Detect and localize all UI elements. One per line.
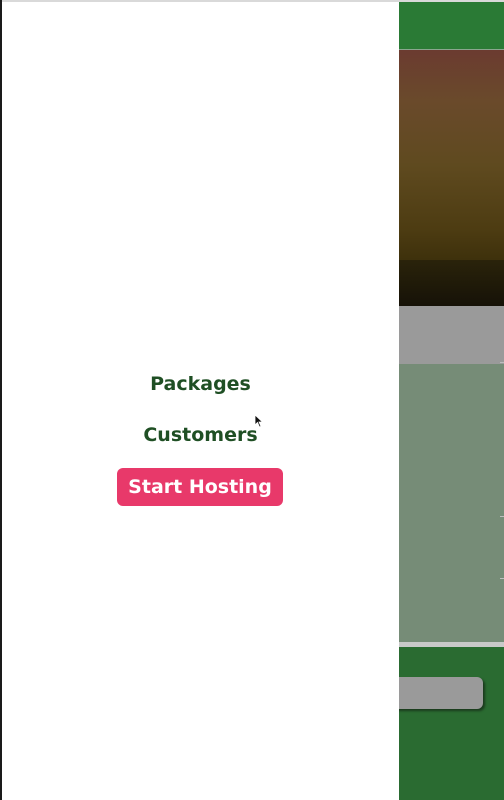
- background-page: [399, 2, 504, 800]
- background-divider: [500, 578, 504, 579]
- background-footer: [399, 647, 504, 800]
- drawer-nav: Packages Customers Start Hosting: [2, 2, 399, 800]
- mouse-pointer-icon: [254, 414, 264, 428]
- background-divider: [500, 362, 504, 363]
- nav-link-customers[interactable]: Customers: [2, 424, 399, 446]
- start-hosting-button[interactable]: Start Hosting: [117, 468, 283, 506]
- background-footer-button: [399, 677, 483, 709]
- background-header: [399, 2, 504, 49]
- nav-link-packages[interactable]: Packages: [2, 373, 399, 395]
- background-hero-horizon: [399, 260, 504, 306]
- background-divider: [500, 516, 504, 517]
- background-gray-band: [399, 306, 504, 364]
- navigation-drawer: Packages Customers Start Hosting: [2, 2, 399, 800]
- background-content-section: [399, 364, 504, 642]
